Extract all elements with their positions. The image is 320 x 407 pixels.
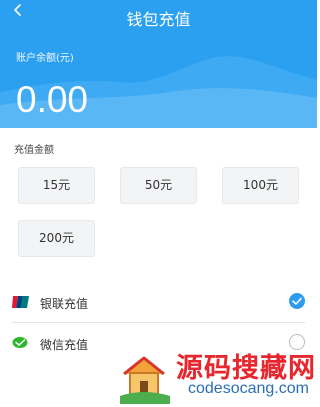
balance-value: 0.00	[16, 79, 89, 120]
balance-label: 账户余额(元)	[16, 53, 74, 64]
amount-option-50[interactable]: 50元	[120, 167, 197, 204]
unionpay-icon	[12, 296, 29, 308]
check-icon	[292, 297, 302, 305]
page-title: 钱包充值	[126, 10, 191, 29]
recharge-amount-label: 充值金额	[14, 145, 54, 156]
payment-option-unionpay[interactable]: 银联充值	[0, 283, 317, 323]
payment-label-unionpay: 银联充值	[40, 297, 89, 311]
amount-option-100[interactable]: 100元	[222, 167, 299, 204]
payment-label-wechat: 微信充值	[40, 338, 89, 352]
watermark-url: codesocang.com	[188, 380, 309, 397]
amount-option-15[interactable]: 15元	[18, 167, 95, 204]
wechat-pay-icon	[12, 337, 28, 348]
payment-divider	[12, 322, 305, 323]
watermark-logo: 源码搜藏网 codesocang.com	[118, 344, 317, 407]
balance-header: 钱包充值 账户余额(元) 0.00	[0, 0, 317, 128]
unionpay-radio-checked[interactable]	[289, 293, 305, 309]
amount-option-200[interactable]: 200元	[18, 220, 95, 257]
